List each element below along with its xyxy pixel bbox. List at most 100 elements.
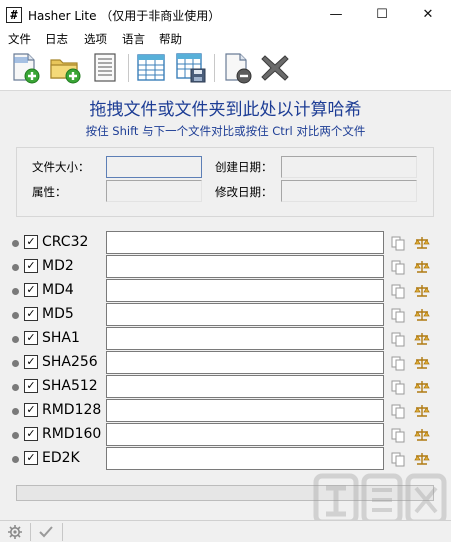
hash-value-field[interactable] xyxy=(106,447,384,470)
algorithm-label: MD5 xyxy=(42,306,74,322)
algorithm-label: SHA512 xyxy=(42,378,98,394)
algorithm-checkbox[interactable]: ✓ xyxy=(24,283,38,297)
add-folder-button[interactable] xyxy=(48,51,82,85)
hash-row: ✓ CRC32 xyxy=(0,231,451,255)
copy-icon[interactable] xyxy=(390,403,406,419)
created-date-field[interactable] xyxy=(281,156,417,178)
compare-scale-icon[interactable] xyxy=(414,331,430,347)
hash-value-field[interactable] xyxy=(106,423,384,446)
algorithm-label: MD2 xyxy=(42,258,74,274)
algorithm-checkbox[interactable]: ✓ xyxy=(24,379,38,393)
hash-value-field[interactable] xyxy=(106,375,384,398)
hash-row: ✓ RMD160 xyxy=(0,423,451,447)
remove-file-button[interactable] xyxy=(220,51,254,85)
copy-icon[interactable] xyxy=(390,331,406,347)
menu-options[interactable]: 选项 xyxy=(84,31,107,47)
copy-icon[interactable] xyxy=(390,259,406,275)
compare-scale-icon[interactable] xyxy=(414,355,430,371)
row-bullet-icon xyxy=(12,456,19,463)
copy-icon[interactable] xyxy=(390,355,406,371)
hash-value-field[interactable] xyxy=(106,303,384,326)
checkmark-icon xyxy=(39,526,53,538)
compare-scale-icon[interactable] xyxy=(414,235,430,251)
copy-icon[interactable] xyxy=(390,379,406,395)
toolbar-separator xyxy=(128,54,129,82)
compare-scale-icon[interactable] xyxy=(414,283,430,299)
copy-icon[interactable] xyxy=(390,235,406,251)
copy-icon[interactable] xyxy=(390,307,406,323)
row-bullet-icon xyxy=(12,240,19,247)
maximize-button[interactable]: ☐ xyxy=(359,0,405,30)
title-bar: # Hasher Lite （仅用于非商业使用） — ☐ ✕ xyxy=(0,0,451,30)
hash-row: ✓ SHA1 xyxy=(0,327,451,351)
hash-value-field[interactable] xyxy=(106,399,384,422)
menu-file[interactable]: 文件 xyxy=(8,31,31,47)
compare-scale-icon[interactable] xyxy=(414,307,430,323)
attributes-field[interactable] xyxy=(106,180,202,202)
close-window-button[interactable]: ✕ xyxy=(405,0,451,30)
row-bullet-icon xyxy=(12,336,19,343)
algorithm-label: SHA1 xyxy=(42,330,80,346)
hash-row: ✓ MD4 xyxy=(0,279,451,303)
window-title: Hasher Lite （仅用于非商业使用） xyxy=(28,9,221,23)
compare-scale-icon[interactable] xyxy=(414,403,430,419)
table-button[interactable] xyxy=(134,51,168,85)
file-size-field[interactable] xyxy=(106,156,202,178)
algorithm-checkbox[interactable]: ✓ xyxy=(24,331,38,345)
copy-icon[interactable] xyxy=(390,451,406,467)
algorithm-checkbox[interactable]: ✓ xyxy=(24,259,38,273)
text-file-button[interactable] xyxy=(88,51,122,85)
compare-scale-icon[interactable] xyxy=(414,259,430,275)
hash-value-field[interactable] xyxy=(106,255,384,278)
compare-scale-icon[interactable] xyxy=(414,379,430,395)
created-date-label: 创建日期： xyxy=(215,160,273,174)
menu-language[interactable]: 语言 xyxy=(122,31,145,47)
row-bullet-icon xyxy=(12,288,19,295)
add-file-icon xyxy=(13,53,40,84)
document-icon xyxy=(94,53,116,82)
row-bullet-icon xyxy=(12,264,19,271)
minimize-button[interactable]: — xyxy=(313,0,359,30)
file-size-label: 文件大小： xyxy=(32,160,90,174)
drop-zone-title: 拖拽文件或文件夹到此处以计算哈希 xyxy=(89,100,362,120)
remove-icon xyxy=(225,53,252,84)
algorithm-label: RMD160 xyxy=(42,426,102,442)
hash-value-field[interactable] xyxy=(106,327,384,350)
status-separator xyxy=(62,523,63,541)
menu-help[interactable]: 帮助 xyxy=(159,31,182,47)
save-table-button[interactable] xyxy=(174,51,208,85)
status-separator xyxy=(30,523,31,541)
algorithm-checkbox[interactable]: ✓ xyxy=(24,355,38,369)
compare-scale-icon[interactable] xyxy=(414,451,430,467)
main-panel[interactable]: 拖拽文件或文件夹到此处以计算哈希 按住 Shift 与下一个文件对比或按住 Ct… xyxy=(0,90,451,520)
toolbar xyxy=(0,48,451,90)
table-icon xyxy=(137,54,165,81)
add-file-button[interactable] xyxy=(8,51,42,85)
hash-value-field[interactable] xyxy=(106,279,384,302)
save-table-icon xyxy=(176,53,206,83)
hash-row: ✓ SHA256 xyxy=(0,351,451,375)
drop-zone-subtitle: 按住 Shift 与下一个文件对比或按住 Ctrl 对比两个文件 xyxy=(85,124,366,138)
modified-date-label: 修改日期： xyxy=(215,185,273,199)
modified-date-field[interactable] xyxy=(281,180,417,202)
algorithm-checkbox[interactable]: ✓ xyxy=(24,427,38,441)
menu-log[interactable]: 日志 xyxy=(45,31,68,47)
algorithm-label: RMD128 xyxy=(42,402,102,418)
compare-scale-icon[interactable] xyxy=(414,427,430,443)
hash-row: ✓ RMD128 xyxy=(0,399,451,423)
hash-value-field[interactable] xyxy=(106,231,384,254)
algorithm-checkbox[interactable]: ✓ xyxy=(24,403,38,417)
row-bullet-icon xyxy=(12,360,19,367)
algorithm-checkbox[interactable]: ✓ xyxy=(24,235,38,249)
copy-icon[interactable] xyxy=(390,427,406,443)
row-bullet-icon xyxy=(12,312,19,319)
hash-value-field[interactable] xyxy=(106,351,384,374)
algorithm-label: CRC32 xyxy=(42,234,89,250)
algorithm-checkbox[interactable]: ✓ xyxy=(24,307,38,321)
hash-row: ✓ MD5 xyxy=(0,303,451,327)
clear-all-button[interactable] xyxy=(258,51,292,85)
copy-icon[interactable] xyxy=(390,283,406,299)
settings-gear-icon[interactable] xyxy=(7,524,23,540)
app-hash-icon: # xyxy=(6,7,22,23)
algorithm-checkbox[interactable]: ✓ xyxy=(24,451,38,465)
